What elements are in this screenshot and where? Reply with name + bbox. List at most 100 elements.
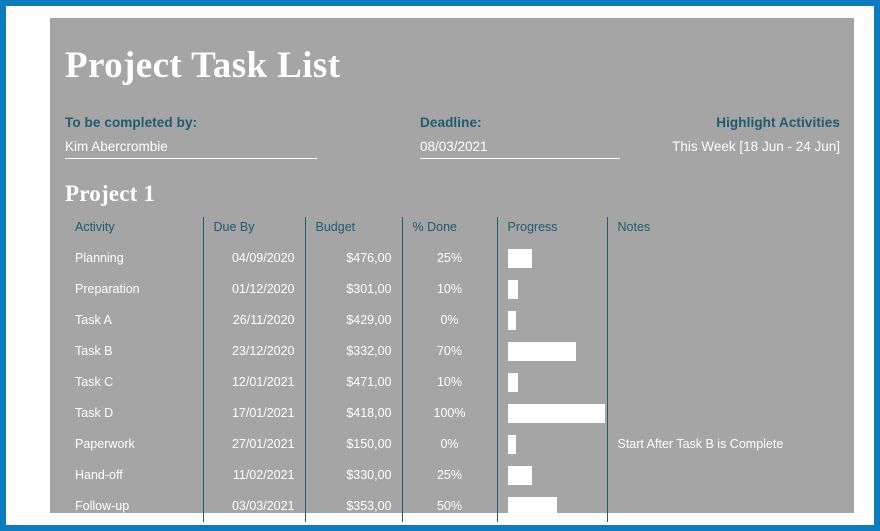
page-frame: Project Task List To be completed by: Ki…: [6, 6, 874, 525]
header-meta-row: To be completed by: Kim Abercrombie Dead…: [50, 87, 854, 159]
column-header-percent-done[interactable]: % Done: [401, 216, 497, 243]
cell-percent: 0%: [401, 428, 497, 460]
progress-bar-track: [507, 465, 605, 485]
table-row[interactable]: Hand-off 11/02/2021 $330,00 25%: [65, 459, 840, 491]
highlight-activities-value[interactable]: This Week [18 Jun - 24 Jun]: [665, 139, 840, 158]
table-row[interactable]: Planning 04/09/2020 $476,00 25%: [65, 242, 840, 274]
cell-due-by: 12/01/2021: [202, 366, 305, 398]
cell-notes: [606, 490, 840, 522]
progress-bar-track: [507, 372, 605, 392]
cell-due-by: 03/03/2021: [202, 490, 305, 522]
progress-bar-fill: [507, 372, 518, 392]
deadline-label: Deadline:: [420, 114, 482, 130]
table-row[interactable]: Task B 23/12/2020 $332,00 70%: [65, 335, 840, 367]
progress-bar-track: [507, 434, 605, 454]
deadline-field: Deadline: 08/03/2021: [420, 115, 665, 159]
cell-activity: Task B: [75, 344, 113, 359]
cell-progress: [496, 397, 607, 429]
table-header-row: Activity Due By Budget % Done Progress N…: [65, 216, 840, 243]
cell-due-by: 17/01/2021: [202, 397, 305, 429]
worksheet-sheet: Project Task List To be completed by: Ki…: [50, 18, 854, 522]
table-row[interactable]: Paperwork 27/01/2021 $150,00 0% Start After …: [65, 428, 840, 460]
cell-due-by: 04/09/2020: [202, 242, 305, 274]
cell-due-by: 23/12/2020: [202, 335, 305, 367]
completed-by-input[interactable]: Kim Abercrombie: [65, 139, 317, 159]
progress-bar-fill: [507, 310, 516, 330]
project-heading: Project 1: [65, 180, 156, 206]
cell-budget: $429,00: [304, 304, 402, 336]
cell-activity: Paperwork: [75, 437, 135, 452]
cell-budget: $301,00: [304, 273, 402, 305]
cell-progress: [496, 366, 607, 398]
task-table-head: Activity Due By Budget % Done Progress N…: [65, 216, 840, 243]
cell-budget: $353,00: [304, 490, 402, 522]
column-header-budget[interactable]: Budget: [304, 216, 402, 243]
cell-budget: $476,00: [304, 242, 402, 274]
column-header-progress[interactable]: Progress: [496, 216, 607, 243]
deadline-input[interactable]: 08/03/2021: [420, 139, 620, 159]
cell-activity: Hand-off: [75, 468, 123, 483]
cell-percent: 50%: [401, 490, 497, 522]
cell-progress: [496, 242, 607, 274]
cell-budget: $332,00: [304, 335, 402, 367]
progress-bar-track: [507, 310, 605, 330]
highlight-activities-label: Highlight Activities: [716, 114, 840, 130]
cell-notes: [606, 335, 840, 367]
cell-progress: [496, 459, 607, 491]
cell-notes: [606, 242, 840, 274]
cell-due-by: 26/11/2020: [202, 304, 305, 336]
completed-by-field: To be completed by: Kim Abercrombie: [65, 115, 420, 159]
cell-activity: Task D: [75, 406, 114, 421]
cell-progress: [496, 273, 607, 305]
column-header-notes[interactable]: Notes: [606, 216, 840, 243]
progress-bar-track: [507, 403, 605, 423]
progress-bar-track: [507, 341, 605, 361]
progress-bar-track: [507, 248, 605, 268]
cell-activity: Preparation: [75, 282, 140, 297]
progress-bar-fill: [507, 465, 532, 485]
highlight-activities-field: Highlight Activities This Week [18 Jun -…: [665, 115, 840, 159]
cell-notes: [606, 397, 840, 429]
cell-activity: Follow-up: [75, 499, 130, 514]
cell-notes: Start After Task B is Complete: [606, 428, 840, 460]
cell-percent: 70%: [401, 335, 497, 367]
cell-progress: [496, 304, 607, 336]
progress-bar-fill: [507, 279, 518, 299]
cell-activity: Planning: [75, 251, 124, 266]
cell-percent: 0%: [401, 304, 497, 336]
cell-budget: $471,00: [304, 366, 402, 398]
cell-notes: [606, 459, 840, 491]
cell-progress: [496, 335, 607, 367]
progress-bar-fill: [507, 248, 532, 268]
progress-bar-track: [507, 496, 605, 516]
cell-due-by: 01/12/2020: [202, 273, 305, 305]
cell-budget: $418,00: [304, 397, 402, 429]
cell-percent: 25%: [401, 242, 497, 274]
table-row[interactable]: Task C 12/01/2021 $471,00 10%: [65, 366, 840, 398]
cell-notes: [606, 366, 840, 398]
cell-percent: 10%: [401, 366, 497, 398]
progress-bar-fill: [507, 403, 605, 423]
progress-bar-fill: [507, 496, 557, 516]
table-row[interactable]: Task A 26/11/2020 $429,00 0%: [65, 304, 840, 336]
cell-progress: [496, 428, 607, 460]
cell-notes: [606, 304, 840, 336]
column-header-activity[interactable]: Activity: [65, 217, 203, 243]
table-row[interactable]: Task D 17/01/2021 $418,00 100%: [65, 397, 840, 429]
completed-by-label: To be completed by:: [65, 114, 198, 130]
progress-bar-fill: [507, 341, 576, 361]
table-row[interactable]: Follow-up 03/03/2021 $353,00 50%: [65, 490, 840, 522]
cell-due-by: 11/02/2021: [202, 459, 305, 491]
page-title: Project Task List: [65, 45, 341, 86]
cell-notes: [606, 273, 840, 305]
task-table: Activity Due By Budget % Done Progress N…: [65, 216, 840, 522]
column-header-due-by[interactable]: Due By: [202, 216, 305, 243]
cell-percent: 25%: [401, 459, 497, 491]
table-row[interactable]: Preparation 01/12/2020 $301,00 10%: [65, 273, 840, 305]
task-table-body: Planning 04/09/2020 $476,00 25% Preparation 0…: [65, 242, 840, 522]
cell-percent: 10%: [401, 273, 497, 305]
progress-bar-track: [507, 279, 605, 299]
cell-activity: Task C: [75, 375, 114, 390]
cell-percent: 100%: [401, 397, 497, 429]
progress-bar-fill: [507, 434, 516, 454]
